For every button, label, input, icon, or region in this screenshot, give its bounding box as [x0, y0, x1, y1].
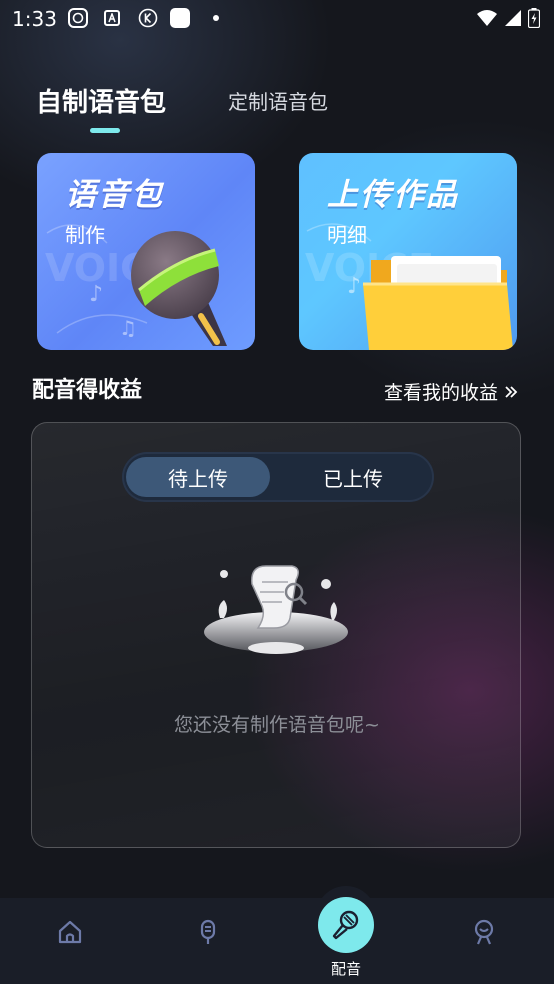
- app-notification-icon: [68, 8, 88, 28]
- karaoke-mic-icon: [332, 910, 359, 940]
- voice-pack-tabs: 自制语音包 定制语音包: [36, 78, 516, 138]
- microphone-illustration-icon: [131, 231, 227, 346]
- card-subtitle: 制作: [65, 223, 105, 247]
- bottom-navigation: [0, 898, 554, 984]
- wifi-icon: [477, 10, 497, 26]
- tab-custom-voice-pack[interactable]: 定制语音包: [228, 86, 328, 115]
- empty-state-text: 您还没有制作语音包呢~: [174, 714, 380, 736]
- battery-icon: [528, 8, 540, 28]
- card-title: 上传作品: [327, 177, 459, 213]
- folder-illustration-icon: [363, 256, 513, 350]
- nav-profile[interactable]: [464, 912, 504, 952]
- dot-notification-icon: [206, 8, 226, 28]
- home-icon: [58, 920, 82, 944]
- k-notification-icon: [138, 8, 158, 28]
- segment-uploaded[interactable]: 已上传: [276, 457, 430, 497]
- system-status-icons: [476, 8, 540, 28]
- double-chevron-right-icon: [505, 385, 518, 398]
- tab-self-made-voice-pack[interactable]: 自制语音包: [36, 82, 166, 119]
- status-bar: 1:33: [0, 0, 554, 38]
- square-notification-icon: [170, 8, 190, 28]
- nav-voice[interactable]: [188, 912, 228, 952]
- nav-dubbing[interactable]: [318, 897, 374, 953]
- profile-icon: [474, 919, 494, 945]
- nav-home[interactable]: [50, 912, 90, 952]
- signal-icon: [505, 10, 521, 26]
- empty-scroll-icon: [204, 565, 348, 654]
- make-voice-pack-card[interactable]: VOICE ♪ ♫ 语音包 制作: [37, 153, 255, 350]
- nav-dubbing-label: 配音: [330, 960, 361, 978]
- svg-text:♪: ♪: [89, 282, 103, 307]
- dubbing-earnings-title: 配音得收益: [32, 378, 143, 403]
- view-my-earnings-label: 查看我的收益: [383, 382, 498, 404]
- card-subtitle: 明细: [327, 223, 367, 247]
- card-title: 语音包: [65, 177, 164, 213]
- segment-pending-upload[interactable]: 待上传: [126, 457, 270, 497]
- tab-indicator: [90, 128, 120, 133]
- microphone-icon: [200, 919, 216, 944]
- upload-works-card[interactable]: VOICE ♪ 上传作品 明细: [299, 153, 517, 350]
- status-time: 1:33: [12, 7, 57, 31]
- view-my-earnings-link[interactable]: 查看我的收益: [384, 378, 518, 405]
- a-notification-icon: [104, 10, 120, 26]
